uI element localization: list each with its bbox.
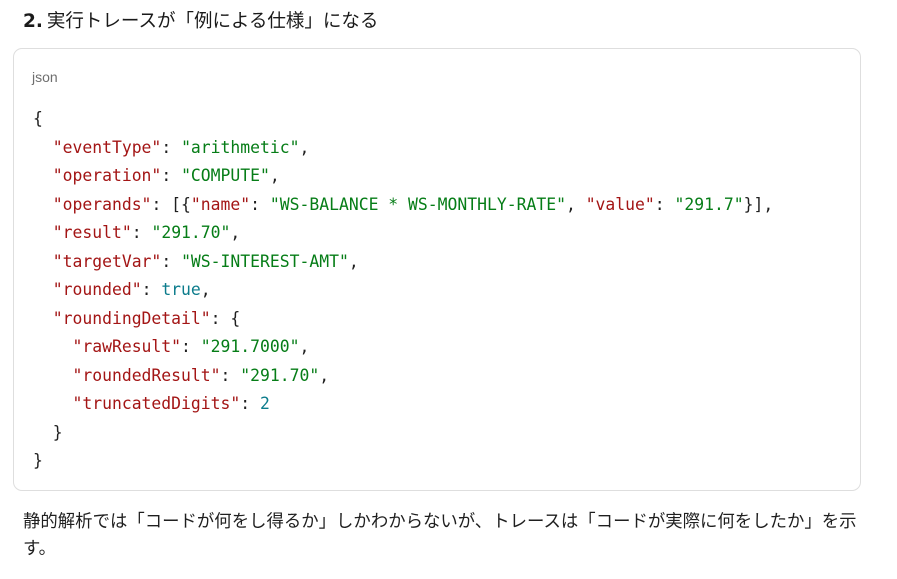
section-number: 2. bbox=[23, 11, 43, 32]
json-punctuation: }], bbox=[743, 194, 774, 214]
code-line: "roundingDetail": { bbox=[33, 305, 773, 334]
json-punctuation: : bbox=[181, 337, 201, 356]
json-punctuation: { bbox=[33, 109, 43, 128]
body-paragraph: 静的解析では「コードが何をし得るか」しかわからないが、トレースは「コードが実際に… bbox=[23, 512, 857, 559]
code-line: "rounded": true, bbox=[33, 276, 773, 305]
json-punctuation bbox=[33, 394, 72, 413]
json-punctuation: , bbox=[319, 365, 330, 385]
code-line: "rawResult": "291.7000", bbox=[33, 333, 773, 362]
json-punctuation bbox=[33, 337, 72, 356]
json-punctuation: : [{ bbox=[151, 194, 191, 214]
json-key: "roundedResult" bbox=[72, 365, 221, 385]
json-punctuation bbox=[33, 252, 53, 271]
section-heading: 2. 実行トレースが「例による仕様」になる bbox=[23, 9, 378, 35]
json-punctuation bbox=[33, 366, 72, 385]
json-punctuation: , bbox=[299, 137, 310, 157]
json-string: "291.7000" bbox=[200, 337, 300, 356]
code-line: "operation": "COMPUTE", bbox=[33, 162, 773, 191]
json-key: "operation" bbox=[52, 166, 162, 185]
json-punctuation: : bbox=[141, 280, 162, 299]
code-line: { bbox=[33, 105, 773, 134]
json-key: "targetVar" bbox=[52, 251, 162, 271]
json-key: "truncatedDigits" bbox=[72, 394, 241, 413]
code-line: "eventType": "arithmetic", bbox=[33, 134, 773, 163]
json-punctuation: } bbox=[33, 451, 43, 470]
json-punctuation: : { bbox=[210, 308, 241, 328]
json-key: "rounded" bbox=[52, 280, 142, 299]
json-punctuation: : bbox=[161, 251, 182, 271]
json-string: "291.7" bbox=[674, 194, 744, 214]
json-punctuation bbox=[33, 223, 53, 242]
json-punctuation: , bbox=[200, 280, 211, 299]
code-line: } bbox=[33, 419, 773, 448]
json-key: "rawResult" bbox=[72, 337, 182, 356]
json-punctuation: } bbox=[33, 422, 63, 442]
json-punctuation: , bbox=[348, 251, 359, 271]
json-punctuation: : bbox=[250, 194, 270, 214]
json-key: "eventType" bbox=[52, 137, 162, 157]
code-line: "truncatedDigits": 2 bbox=[33, 390, 773, 419]
json-number: 2 bbox=[260, 394, 270, 413]
code-line: "targetVar": "WS-INTEREST-AMT", bbox=[33, 248, 773, 277]
code-line: "result": "291.70", bbox=[33, 219, 773, 248]
json-punctuation bbox=[33, 195, 53, 214]
json-punctuation: , bbox=[565, 194, 586, 214]
json-key: "roundingDetail" bbox=[52, 308, 211, 328]
section-title: 実行トレースが「例による仕様」になる bbox=[46, 11, 379, 32]
json-punctuation: : bbox=[240, 394, 260, 413]
json-punctuation bbox=[33, 309, 53, 328]
code-content[interactable]: { "eventType": "arithmetic", "operation"… bbox=[33, 105, 773, 476]
json-string: "291.70" bbox=[240, 365, 320, 385]
json-key: "value" bbox=[585, 194, 655, 214]
json-punctuation: : bbox=[131, 223, 152, 242]
code-language-label: json bbox=[32, 69, 58, 85]
json-punctuation bbox=[33, 166, 53, 185]
json-string: "COMPUTE" bbox=[181, 166, 270, 185]
json-punctuation bbox=[33, 280, 53, 299]
json-string: "arithmetic" bbox=[181, 137, 300, 157]
code-line: "operands": [{"name": "WS-BALANCE * WS-M… bbox=[33, 191, 773, 220]
json-key: "name" bbox=[190, 194, 251, 214]
json-boolean: true bbox=[161, 280, 201, 299]
json-key: "result" bbox=[52, 223, 132, 242]
json-punctuation: , bbox=[269, 166, 280, 185]
json-punctuation: , bbox=[230, 223, 241, 242]
json-string: "WS-BALANCE * WS-MONTHLY-RATE" bbox=[269, 194, 566, 214]
json-punctuation bbox=[33, 138, 53, 157]
json-punctuation: : bbox=[220, 365, 241, 385]
json-key: "operands" bbox=[52, 194, 152, 214]
json-punctuation: : bbox=[161, 137, 182, 157]
json-punctuation: : bbox=[161, 166, 182, 185]
code-block: json { "eventType": "arithmetic", "opera… bbox=[13, 48, 861, 491]
code-line: "roundedResult": "291.70", bbox=[33, 362, 773, 391]
json-string: "291.70" bbox=[151, 223, 231, 242]
json-punctuation: , bbox=[299, 337, 310, 356]
json-punctuation: : bbox=[654, 194, 675, 214]
code-line: } bbox=[33, 447, 773, 476]
json-string: "WS-INTEREST-AMT" bbox=[181, 251, 349, 271]
